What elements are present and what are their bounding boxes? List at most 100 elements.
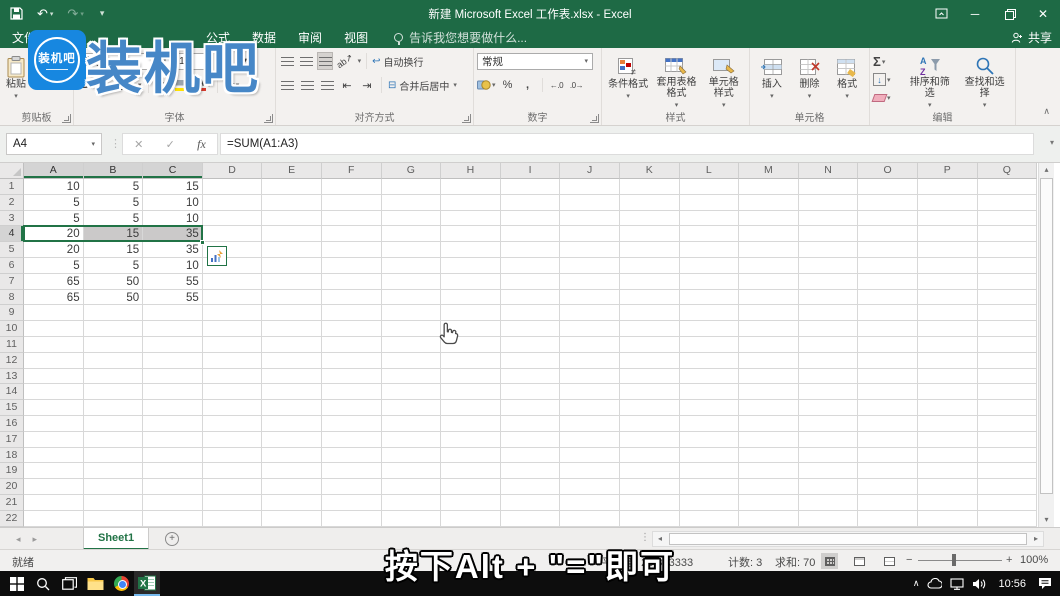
cell-D12[interactable] xyxy=(203,353,263,369)
cell-C17[interactable] xyxy=(143,432,203,448)
cell-F10[interactable] xyxy=(322,321,382,337)
cell-K17[interactable] xyxy=(620,432,680,448)
cell-B20[interactable] xyxy=(84,479,144,495)
insert-function-icon[interactable]: fx xyxy=(197,137,206,152)
column-header-A[interactable]: A xyxy=(24,163,84,179)
scroll-up-icon[interactable]: ▴ xyxy=(1039,163,1054,177)
cell-N8[interactable] xyxy=(799,290,859,306)
cell-E6[interactable] xyxy=(262,258,322,274)
cell-K9[interactable] xyxy=(620,305,680,321)
cell-Q20[interactable] xyxy=(978,479,1038,495)
cell-C2[interactable]: 10 xyxy=(143,195,203,211)
cell-L1[interactable] xyxy=(680,179,740,195)
select-all-button[interactable] xyxy=(0,163,24,179)
cell-O4[interactable] xyxy=(858,226,918,242)
cell-L10[interactable] xyxy=(680,321,740,337)
cell-H13[interactable] xyxy=(441,369,501,385)
cell-P11[interactable] xyxy=(918,337,978,353)
cell-O13[interactable] xyxy=(858,369,918,385)
cell-C20[interactable] xyxy=(143,479,203,495)
cell-O1[interactable] xyxy=(858,179,918,195)
row-header-11[interactable]: 11 xyxy=(0,337,24,353)
cell-M14[interactable] xyxy=(739,384,799,400)
cell-B22[interactable] xyxy=(84,511,144,527)
cell-I19[interactable] xyxy=(501,463,561,479)
comma-button[interactable]: , xyxy=(520,76,536,94)
cell-K11[interactable] xyxy=(620,337,680,353)
cell-C14[interactable] xyxy=(143,384,203,400)
cell-D22[interactable] xyxy=(203,511,263,527)
column-header-L[interactable]: L xyxy=(680,163,740,179)
cell-B9[interactable] xyxy=(84,305,144,321)
cell-L7[interactable] xyxy=(680,274,740,290)
cell-B10[interactable] xyxy=(84,321,144,337)
cell-D3[interactable] xyxy=(203,211,263,227)
column-header-P[interactable]: P xyxy=(918,163,978,179)
cell-C22[interactable] xyxy=(143,511,203,527)
cell-J8[interactable] xyxy=(560,290,620,306)
cell-B6[interactable]: 5 xyxy=(84,258,144,274)
cell-I5[interactable] xyxy=(501,242,561,258)
cell-K1[interactable] xyxy=(620,179,680,195)
cell-M20[interactable] xyxy=(739,479,799,495)
cell-D17[interactable] xyxy=(203,432,263,448)
cell-O11[interactable] xyxy=(858,337,918,353)
cell-J5[interactable] xyxy=(560,242,620,258)
cell-M21[interactable] xyxy=(739,495,799,511)
cell-B16[interactable] xyxy=(84,416,144,432)
cell-Q6[interactable] xyxy=(978,258,1038,274)
cell-K8[interactable] xyxy=(620,290,680,306)
vertical-scrollbar[interactable]: ▴ ▾ xyxy=(1038,163,1054,527)
row-header-18[interactable]: 18 xyxy=(0,448,24,464)
paste-button[interactable]: 粘贴 ▾ xyxy=(3,50,29,102)
cell-K18[interactable] xyxy=(620,448,680,464)
cell-K21[interactable] xyxy=(620,495,680,511)
cell-D14[interactable] xyxy=(203,384,263,400)
cell-Q21[interactable] xyxy=(978,495,1038,511)
cell-D11[interactable] xyxy=(203,337,263,353)
cell-J2[interactable] xyxy=(560,195,620,211)
cell-H14[interactable] xyxy=(441,384,501,400)
cell-P20[interactable] xyxy=(918,479,978,495)
name-box[interactable]: A4▾ xyxy=(6,133,102,155)
cell-M7[interactable] xyxy=(739,274,799,290)
cell-B5[interactable]: 15 xyxy=(84,242,144,258)
cell-M2[interactable] xyxy=(739,195,799,211)
cell-P13[interactable] xyxy=(918,369,978,385)
cell-H8[interactable] xyxy=(441,290,501,306)
cell-P2[interactable] xyxy=(918,195,978,211)
cell-G7[interactable] xyxy=(382,274,442,290)
row-header-1[interactable]: 1 xyxy=(0,179,24,195)
share-button[interactable]: 共享 xyxy=(1011,27,1052,48)
cell-I1[interactable] xyxy=(501,179,561,195)
cell-J6[interactable] xyxy=(560,258,620,274)
cell-M22[interactable] xyxy=(739,511,799,527)
cell-C13[interactable] xyxy=(143,369,203,385)
cell-A18[interactable] xyxy=(24,448,84,464)
cell-M1[interactable] xyxy=(739,179,799,195)
vertical-scroll-thumb[interactable] xyxy=(1040,178,1053,494)
cell-M13[interactable] xyxy=(739,369,799,385)
formula-input[interactable]: =SUM(A1:A3) xyxy=(220,133,1034,155)
cell-N1[interactable] xyxy=(799,179,859,195)
cell-J22[interactable] xyxy=(560,511,620,527)
cell-J14[interactable] xyxy=(560,384,620,400)
column-header-I[interactable]: I xyxy=(501,163,561,179)
cell-F6[interactable] xyxy=(322,258,382,274)
cell-D21[interactable] xyxy=(203,495,263,511)
cell-G6[interactable] xyxy=(382,258,442,274)
cell-O10[interactable] xyxy=(858,321,918,337)
cell-F4[interactable] xyxy=(322,226,382,242)
cell-E5[interactable] xyxy=(262,242,322,258)
cell-C4[interactable]: 35 xyxy=(143,226,203,242)
cell-N2[interactable] xyxy=(799,195,859,211)
cell-M8[interactable] xyxy=(739,290,799,306)
cell-F7[interactable] xyxy=(322,274,382,290)
quick-analysis-button[interactable] xyxy=(207,246,227,266)
cell-M3[interactable] xyxy=(739,211,799,227)
cell-H15[interactable] xyxy=(441,400,501,416)
collapse-ribbon-icon[interactable]: ∧ xyxy=(1043,106,1050,117)
cell-B4[interactable]: 15 xyxy=(84,226,144,242)
cell-C19[interactable] xyxy=(143,463,203,479)
cell-I13[interactable] xyxy=(501,369,561,385)
